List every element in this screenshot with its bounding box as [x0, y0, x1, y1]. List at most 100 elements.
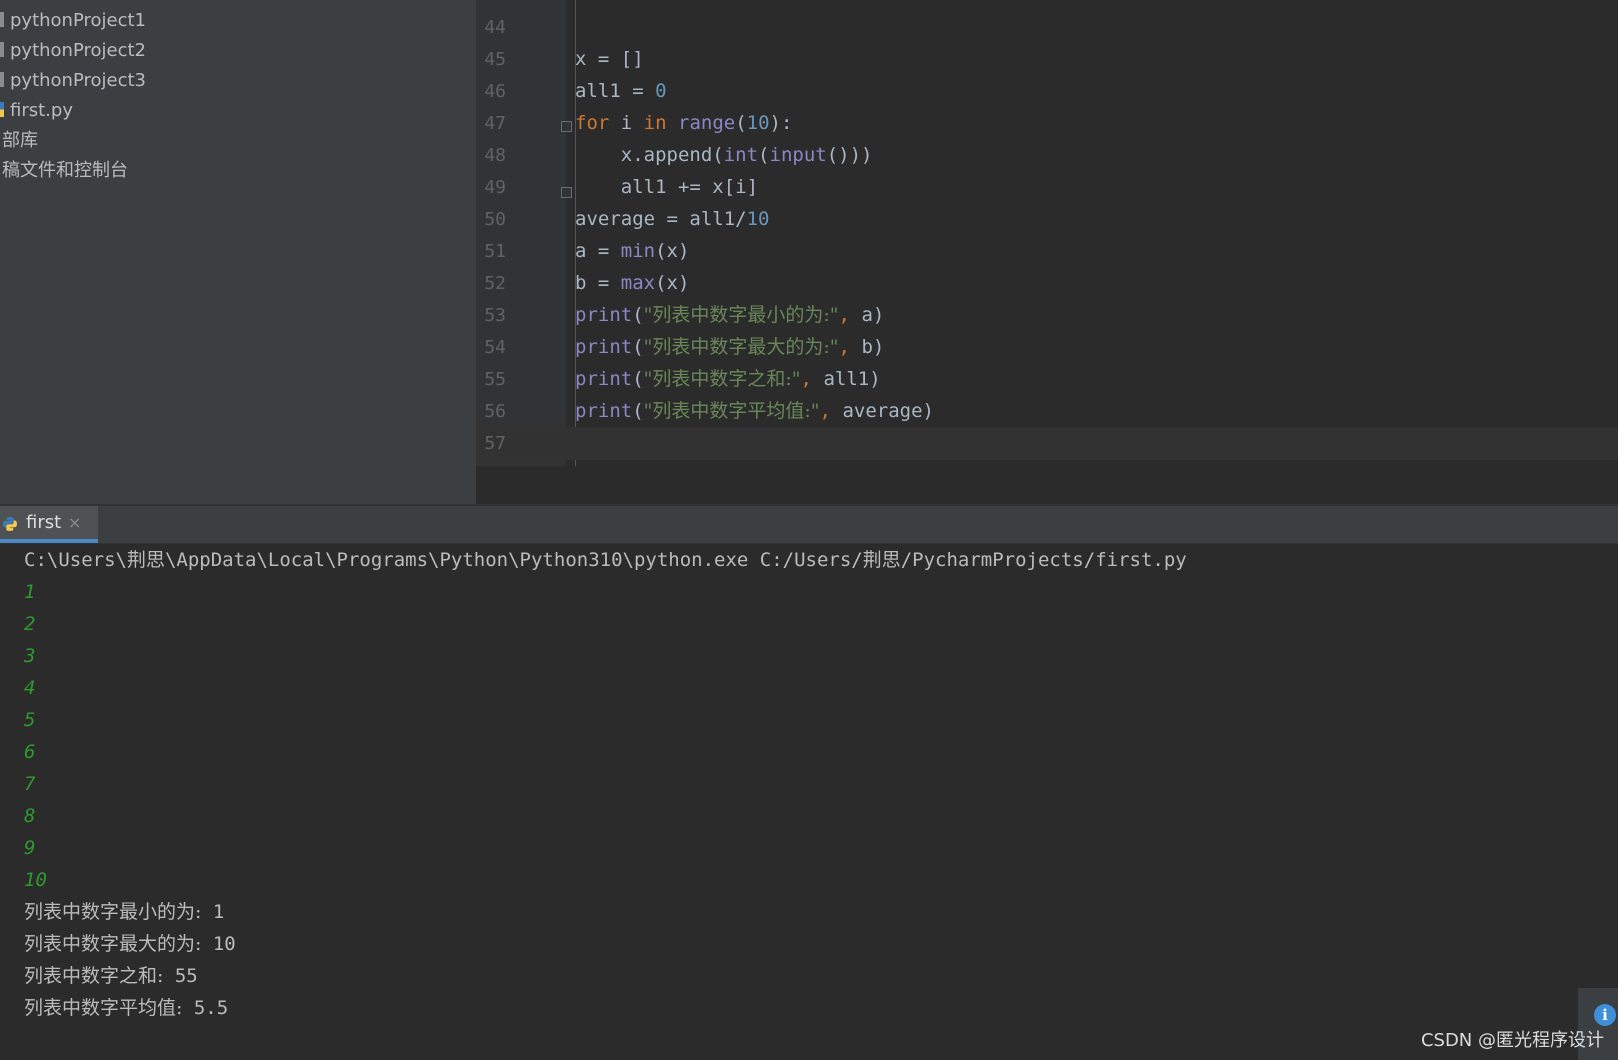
code-line[interactable]: 50 average = all1/10 — [476, 203, 1618, 236]
line-number: 52 — [484, 273, 506, 294]
code-token: input — [769, 144, 827, 166]
code-editor[interactable]: 44 45 x = [] 46 all1 = 0 47 for i in range(10)… — [476, 0, 1618, 504]
tree-item-pythonproject2[interactable]: pythonProject2 — [0, 36, 146, 66]
code-token: ())) — [826, 144, 873, 166]
fold-close-icon[interactable] — [561, 187, 572, 198]
code-token: i — [609, 112, 644, 134]
code-token: ): — [769, 112, 793, 134]
python-file-icon — [0, 102, 4, 117]
code-text: a = min(x) — [575, 235, 689, 268]
line-number: 56 — [484, 401, 506, 422]
code-token: "列表中数字之和:" — [643, 368, 801, 390]
run-tab-bar: first × — [0, 506, 1618, 544]
code-line[interactable]: 48 x.append(int(input())) — [476, 139, 1618, 172]
active-tab-indicator — [0, 539, 98, 543]
code-token: max — [620, 272, 656, 294]
tree-item-scratches-and-consoles[interactable]: 稿文件和控制台 — [0, 156, 128, 186]
console-output-line: 列表中数字最大的为: 10 — [24, 928, 236, 961]
code-token: (x) — [655, 272, 690, 294]
console-input-echo: 5 — [24, 709, 36, 731]
code-line[interactable]: 53 print("列表中数字最小的为:", a) — [476, 299, 1618, 332]
console-input-echo: 10 — [24, 869, 47, 891]
console-input-echo: 6 — [24, 741, 36, 763]
line-number: 55 — [484, 369, 506, 390]
code-token: , — [838, 336, 862, 358]
code-token: ( — [632, 368, 644, 390]
tab-first[interactable]: first × — [0, 506, 98, 543]
code-token: in — [643, 112, 667, 134]
console-output-line: 列表中数字最小的为: 1 — [24, 896, 224, 929]
fold-open-icon[interactable] — [561, 121, 572, 132]
code-token: all1 = — [575, 80, 656, 102]
tree-item-label: 稿文件和控制台 — [2, 160, 128, 181]
line-number: 49 — [484, 177, 506, 198]
project-sidebar: pythonProject1 pythonProject2 pythonProj… — [0, 0, 477, 504]
output-value: 55 — [163, 965, 198, 987]
tree-item-external-libraries[interactable]: 部库 — [0, 126, 38, 156]
console-input-echo: 9 — [24, 837, 36, 859]
code-line[interactable]: 44 — [476, 11, 1618, 44]
line-number: 51 — [484, 241, 506, 262]
console-input-echo: 4 — [24, 677, 36, 699]
python-icon — [3, 517, 17, 531]
code-token: , — [838, 304, 862, 326]
line-number: 54 — [484, 337, 506, 358]
output-label: 列表中数字最大的为: — [24, 933, 202, 955]
tree-item-pythonproject3[interactable]: pythonProject3 — [0, 66, 146, 96]
line-number: 50 — [484, 209, 506, 230]
code-token: , — [819, 400, 843, 422]
code-token: for — [575, 112, 610, 134]
line-number: 45 — [484, 49, 506, 70]
tree-item-label: pythonProject1 — [10, 10, 147, 31]
code-token: average) — [842, 400, 934, 422]
folder-icon — [0, 12, 4, 27]
line-number: 48 — [484, 145, 506, 166]
code-token: ( — [758, 144, 770, 166]
code-token: 0 — [655, 80, 667, 102]
code-token: x.append( — [575, 144, 724, 166]
code-line[interactable]: 46 all1 = 0 — [476, 75, 1618, 108]
code-line[interactable]: 52 b = max(x) — [476, 267, 1618, 300]
code-token: all1 += x[i] — [575, 176, 759, 198]
code-token: a = — [575, 240, 621, 262]
close-icon[interactable]: × — [68, 506, 81, 540]
output-value: 5.5 — [182, 997, 229, 1019]
console-input-echo: 2 — [24, 613, 36, 635]
code-token: (x) — [655, 240, 690, 262]
code-text: print("列表中数字最小的为:", a) — [575, 299, 884, 332]
editor-empty-area — [476, 466, 1618, 504]
code-token: 10 — [746, 112, 770, 134]
code-line[interactable]: 56 print("列表中数字平均值:", average) — [476, 395, 1618, 428]
code-line[interactable]: 47 for i in range(10): — [476, 107, 1618, 140]
code-text: x.append(int(input())) — [575, 139, 873, 172]
tree-item-pythonproject1[interactable]: pythonProject1 — [0, 6, 146, 36]
code-token: print — [575, 400, 633, 422]
line-number: 46 — [484, 81, 506, 102]
output-value: 1 — [201, 901, 225, 923]
code-text: all1 = 0 — [575, 75, 667, 108]
tree-item-first-py[interactable]: first.py — [0, 96, 73, 126]
code-line[interactable]: 57 — [476, 427, 1618, 460]
tree-item-label: pythonProject2 — [10, 40, 147, 61]
info-icon[interactable]: i — [1594, 1004, 1616, 1026]
code-token: b) — [861, 336, 885, 358]
console-command-line: C:\Users\荆思\AppData\Local\Programs\Pytho… — [24, 549, 1187, 571]
code-line[interactable]: 45 x = [] — [476, 43, 1618, 76]
console-input-echo: 8 — [24, 805, 36, 827]
code-token: 10 — [746, 208, 770, 230]
code-line[interactable]: 55 print("列表中数字之和:", all1) — [476, 363, 1618, 396]
code-token: int — [723, 144, 759, 166]
code-token: "列表中数字最小的为:" — [643, 304, 839, 326]
code-token: ( — [632, 336, 644, 358]
output-label: 列表中数字最小的为: — [24, 901, 202, 923]
line-number: 57 — [484, 433, 506, 454]
code-token: average = all1/ — [575, 208, 747, 230]
code-line[interactable]: 51 a = min(x) — [476, 235, 1618, 268]
code-line[interactable]: 49 all1 += x[i] — [476, 171, 1618, 204]
run-console[interactable]: C:\Users\荆思\AppData\Local\Programs\Pytho… — [0, 544, 1618, 1060]
code-line[interactable]: 54 print("列表中数字最大的为:", b) — [476, 331, 1618, 364]
code-token: print — [575, 368, 633, 390]
code-token: , — [800, 368, 824, 390]
code-text: average = all1/10 — [575, 203, 769, 236]
